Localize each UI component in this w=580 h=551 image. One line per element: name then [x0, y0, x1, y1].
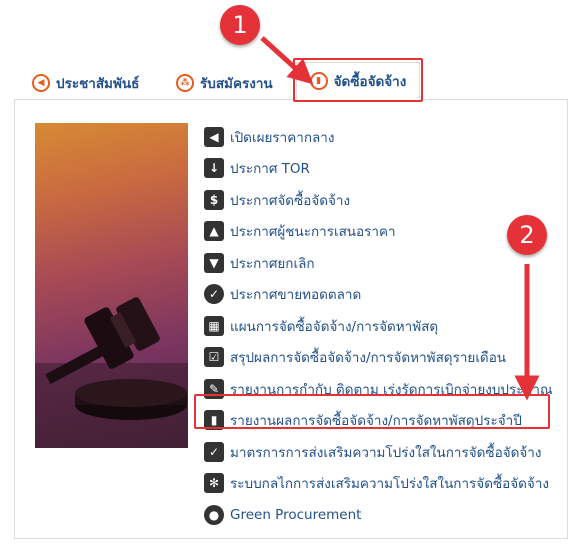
step-badge-2: 2 — [507, 215, 547, 255]
callout-arrows — [260, 36, 540, 401]
step-badge-1: 1 — [220, 5, 260, 45]
arrow-step-1 — [260, 36, 314, 85]
